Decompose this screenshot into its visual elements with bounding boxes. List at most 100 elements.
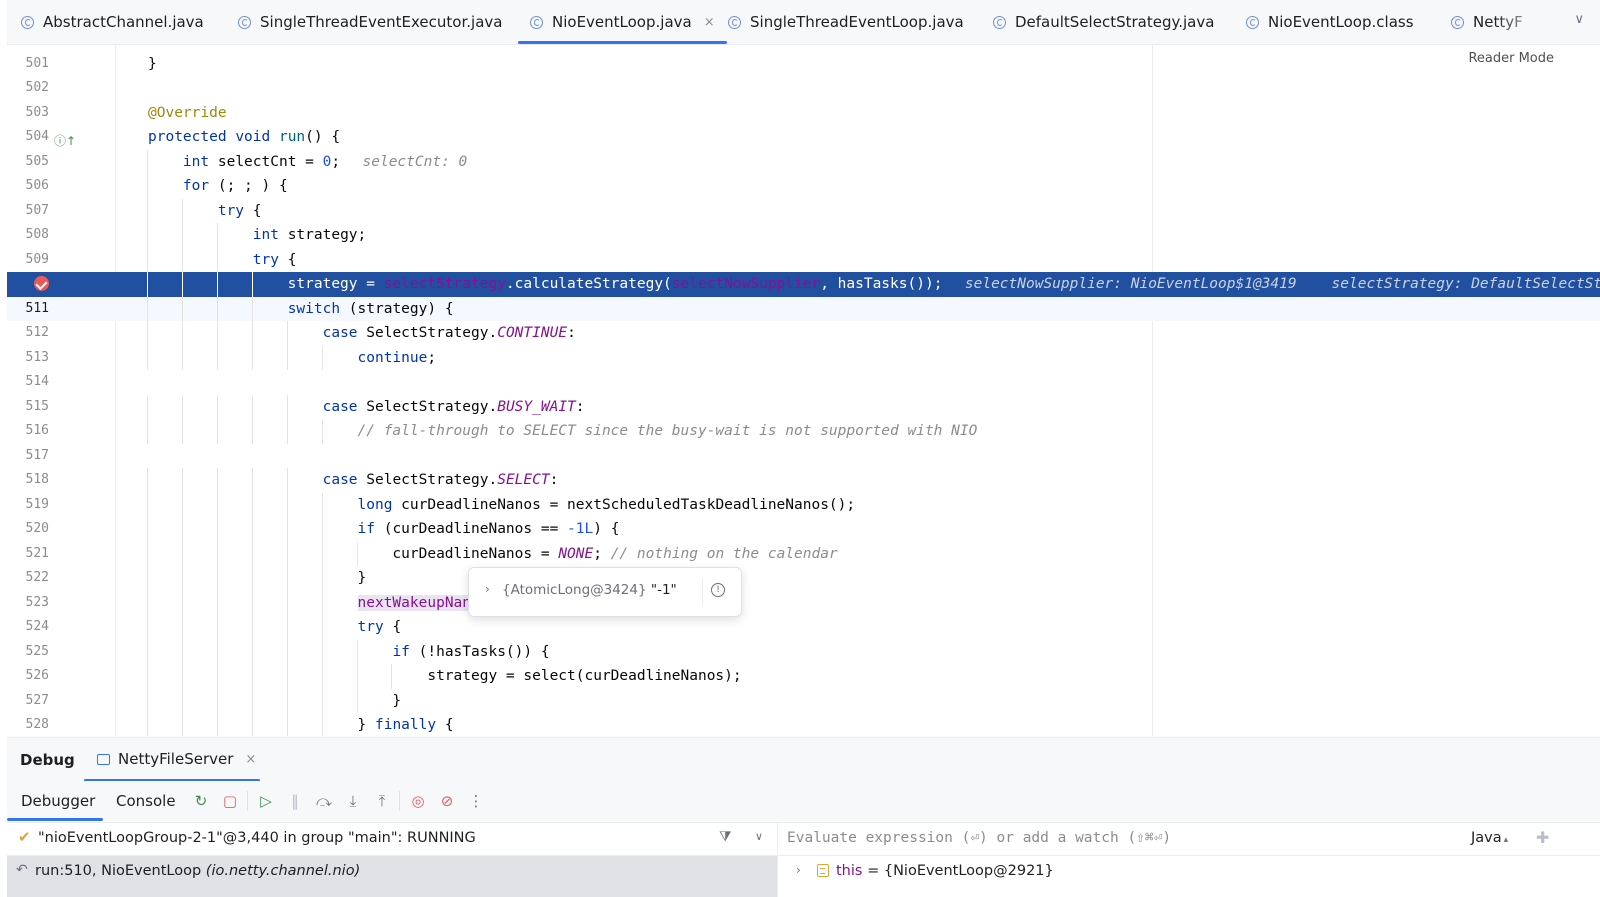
mute-breakpoints-icon[interactable]: ⊘ <box>437 791 457 811</box>
line-number[interactable]: 501 <box>7 52 49 77</box>
line-number[interactable]: 528 <box>7 713 49 736</box>
code-text[interactable]: } finally { <box>148 713 454 736</box>
code-text[interactable]: } <box>148 689 401 714</box>
line-number[interactable]: 502 <box>7 76 49 101</box>
line-number[interactable]: 517 <box>7 444 49 469</box>
thread-selector[interactable]: ✔ "nioEventLoopGroup-2-1"@3,440 in group… <box>7 822 777 856</box>
line-number[interactable]: 512 <box>7 321 49 346</box>
code-text[interactable]: if (!hasTasks()) { <box>148 640 549 665</box>
code-text[interactable]: long curDeadlineNanos = nextScheduledTas… <box>148 493 856 518</box>
code-line-518[interactable]: 518 case SelectStrategy.SELECT: <box>7 468 1600 493</box>
step-into-icon[interactable]: ⤓ <box>343 791 363 811</box>
line-number[interactable]: 511 <box>7 297 49 322</box>
info-icon[interactable]: ! <box>711 583 725 597</box>
code-line-505[interactable]: 505 int selectCnt = 0; selectCnt: 0 <box>7 149 1600 175</box>
line-number[interactable]: 507 <box>7 199 49 224</box>
code-text[interactable]: } <box>148 52 157 77</box>
breakpoint-icon[interactable] <box>34 276 49 291</box>
code-editor[interactable]: Reader Mode 501} 502 503 @Override 504 ⓘ↑ prot… <box>7 45 1600 736</box>
language-selector[interactable]: Java ▴ <box>1471 830 1508 846</box>
step-out-icon[interactable]: ⤒ <box>372 791 392 811</box>
code-text[interactable]: continue; <box>148 346 437 371</box>
code-line-516[interactable]: 516 // fall-through to SELECT since the … <box>7 419 1600 444</box>
code-line-510[interactable]: 510 strategy = selectStrategy.calculateS… <box>7 272 1600 297</box>
code-text[interactable]: switch (strategy) { <box>148 297 454 322</box>
line-number[interactable]: 503 <box>7 101 49 126</box>
line-number[interactable]: 522 <box>7 566 49 591</box>
line-number[interactable]: 513 <box>7 346 49 371</box>
line-number[interactable]: 505 <box>7 150 49 175</box>
resume-icon[interactable]: ▷ <box>256 791 276 811</box>
code-line-517[interactable]: 517 <box>7 444 1600 469</box>
line-number[interactable]: 520 <box>7 517 49 542</box>
evaluate-expression-input[interactable] <box>787 830 1447 846</box>
code-line-526[interactable]: 526 strategy = select(curDeadlineNanos); <box>7 664 1600 689</box>
line-number[interactable]: 523 <box>7 591 49 616</box>
pause-icon[interactable]: ‖ <box>285 791 305 811</box>
close-icon[interactable]: × <box>245 752 256 767</box>
code-line-503[interactable]: 503 @Override <box>7 101 1600 126</box>
code-line-514[interactable]: 514 <box>7 370 1600 395</box>
code-line-524[interactable]: 524 try { <box>7 615 1600 640</box>
code-text[interactable]: // fall-through to SELECT since the busy… <box>148 419 978 444</box>
code-line-513[interactable]: 513 continue; <box>7 345 1600 371</box>
code-line-523[interactable]: 523 nextWakeupNanos.set(curDeadlineNanos… <box>7 590 1600 616</box>
expand-chevron-icon[interactable]: › <box>796 863 801 877</box>
line-number[interactable]: 504 <box>7 125 49 150</box>
view-breakpoints-icon[interactable]: ◎ <box>408 791 428 811</box>
code-text[interactable]: } <box>148 566 367 591</box>
code-line-525[interactable]: 525 if (!hasTasks()) { <box>7 639 1600 665</box>
expand-chevron-icon[interactable]: › <box>485 582 490 596</box>
tab-abstractchannel-java[interactable]: AbstractChannel.java <box>21 0 204 44</box>
tab-console[interactable]: Console <box>116 792 176 810</box>
code-text[interactable]: int selectCnt = 0; <box>148 150 340 175</box>
line-number[interactable]: 514 <box>7 370 49 395</box>
code-text[interactable]: for (; ; ) { <box>148 174 288 199</box>
variable-value-popup[interactable]: › {AtomicLong@3424} "-1" ! <box>468 567 742 617</box>
code-line-521[interactable]: 521 curDeadlineNanos = NONE; // nothing … <box>7 541 1600 567</box>
code-line-520[interactable]: 520 if (curDeadlineNanos == -1L) { <box>7 517 1600 542</box>
line-number[interactable]: 521 <box>7 542 49 567</box>
code-line-512[interactable]: 512 case SelectStrategy.CONTINUE: <box>7 321 1600 346</box>
line-number[interactable]: 508 <box>7 223 49 248</box>
code-text[interactable]: case SelectStrategy.SELECT: <box>148 468 559 493</box>
tab-list-chevron-icon[interactable]: ∨ <box>1574 12 1584 27</box>
code-line-507[interactable]: 507 try { <box>7 198 1600 224</box>
line-number[interactable]: 516 <box>7 419 49 444</box>
code-line-528[interactable]: 528 } finally { <box>7 713 1600 736</box>
add-watch-icon[interactable]: ✚ <box>1536 828 1549 847</box>
line-number[interactable]: 518 <box>7 468 49 493</box>
code-line-519[interactable]: 519 long curDeadlineNanos = nextSchedule… <box>7 492 1600 518</box>
variable-row[interactable]: › this = {NioEventLoop@2921} <box>778 856 1600 897</box>
tab-singlethreadeventloop-java[interactable]: SingleThreadEventLoop.java <box>728 0 964 44</box>
run-config-tab[interactable]: NettyFileServer × <box>97 750 256 768</box>
stack-frame-row[interactable]: ↶ run:510, NioEventLoop (io.netty.channe… <box>7 856 777 897</box>
line-number[interactable]: 519 <box>7 493 49 518</box>
line-number[interactable]: 515 <box>7 395 49 420</box>
code-text[interactable]: protected void run() { <box>148 125 340 150</box>
filter-icon[interactable]: ⧩ <box>719 829 732 845</box>
tab-singlethreadeventexecutor-java[interactable]: SingleThreadEventExecutor.java <box>238 0 502 44</box>
code-text[interactable]: case SelectStrategy.CONTINUE: <box>148 321 576 346</box>
line-number[interactable]: 524 <box>7 615 49 640</box>
code-line-527[interactable]: 527 } <box>7 688 1600 714</box>
code-text[interactable]: strategy = selectStrategy.calculateStrat… <box>148 272 943 297</box>
rerun-icon[interactable]: ↻ <box>191 791 211 811</box>
tab-debugger[interactable]: Debugger <box>21 792 95 810</box>
code-line-515[interactable]: 515 case SelectStrategy.BUSY_WAIT: <box>7 394 1600 420</box>
line-number[interactable]: 525 <box>7 640 49 665</box>
tab-defaultselectstrategy-java[interactable]: DefaultSelectStrategy.java <box>993 0 1214 44</box>
code-text[interactable]: if (curDeadlineNanos == -1L) { <box>148 517 620 542</box>
close-icon[interactable]: × <box>704 15 715 30</box>
code-text[interactable]: try { <box>148 199 262 224</box>
code-line-511[interactable]: 511 switch (strategy) { <box>7 296 1600 322</box>
code-line-506[interactable]: 506 for (; ; ) { <box>7 174 1600 199</box>
code-text[interactable]: case SelectStrategy.BUSY_WAIT: <box>148 395 585 420</box>
more-options-icon[interactable]: ⋮ <box>466 791 486 811</box>
code-text[interactable]: @Override <box>148 101 227 126</box>
line-number[interactable]: 526 <box>7 664 49 689</box>
stop-icon[interactable]: ▢ <box>220 791 240 811</box>
code-text[interactable]: strategy = select(curDeadlineNanos); <box>148 664 741 689</box>
line-number[interactable]: 527 <box>7 689 49 714</box>
step-over-icon[interactable]: ⤼ <box>314 791 334 811</box>
